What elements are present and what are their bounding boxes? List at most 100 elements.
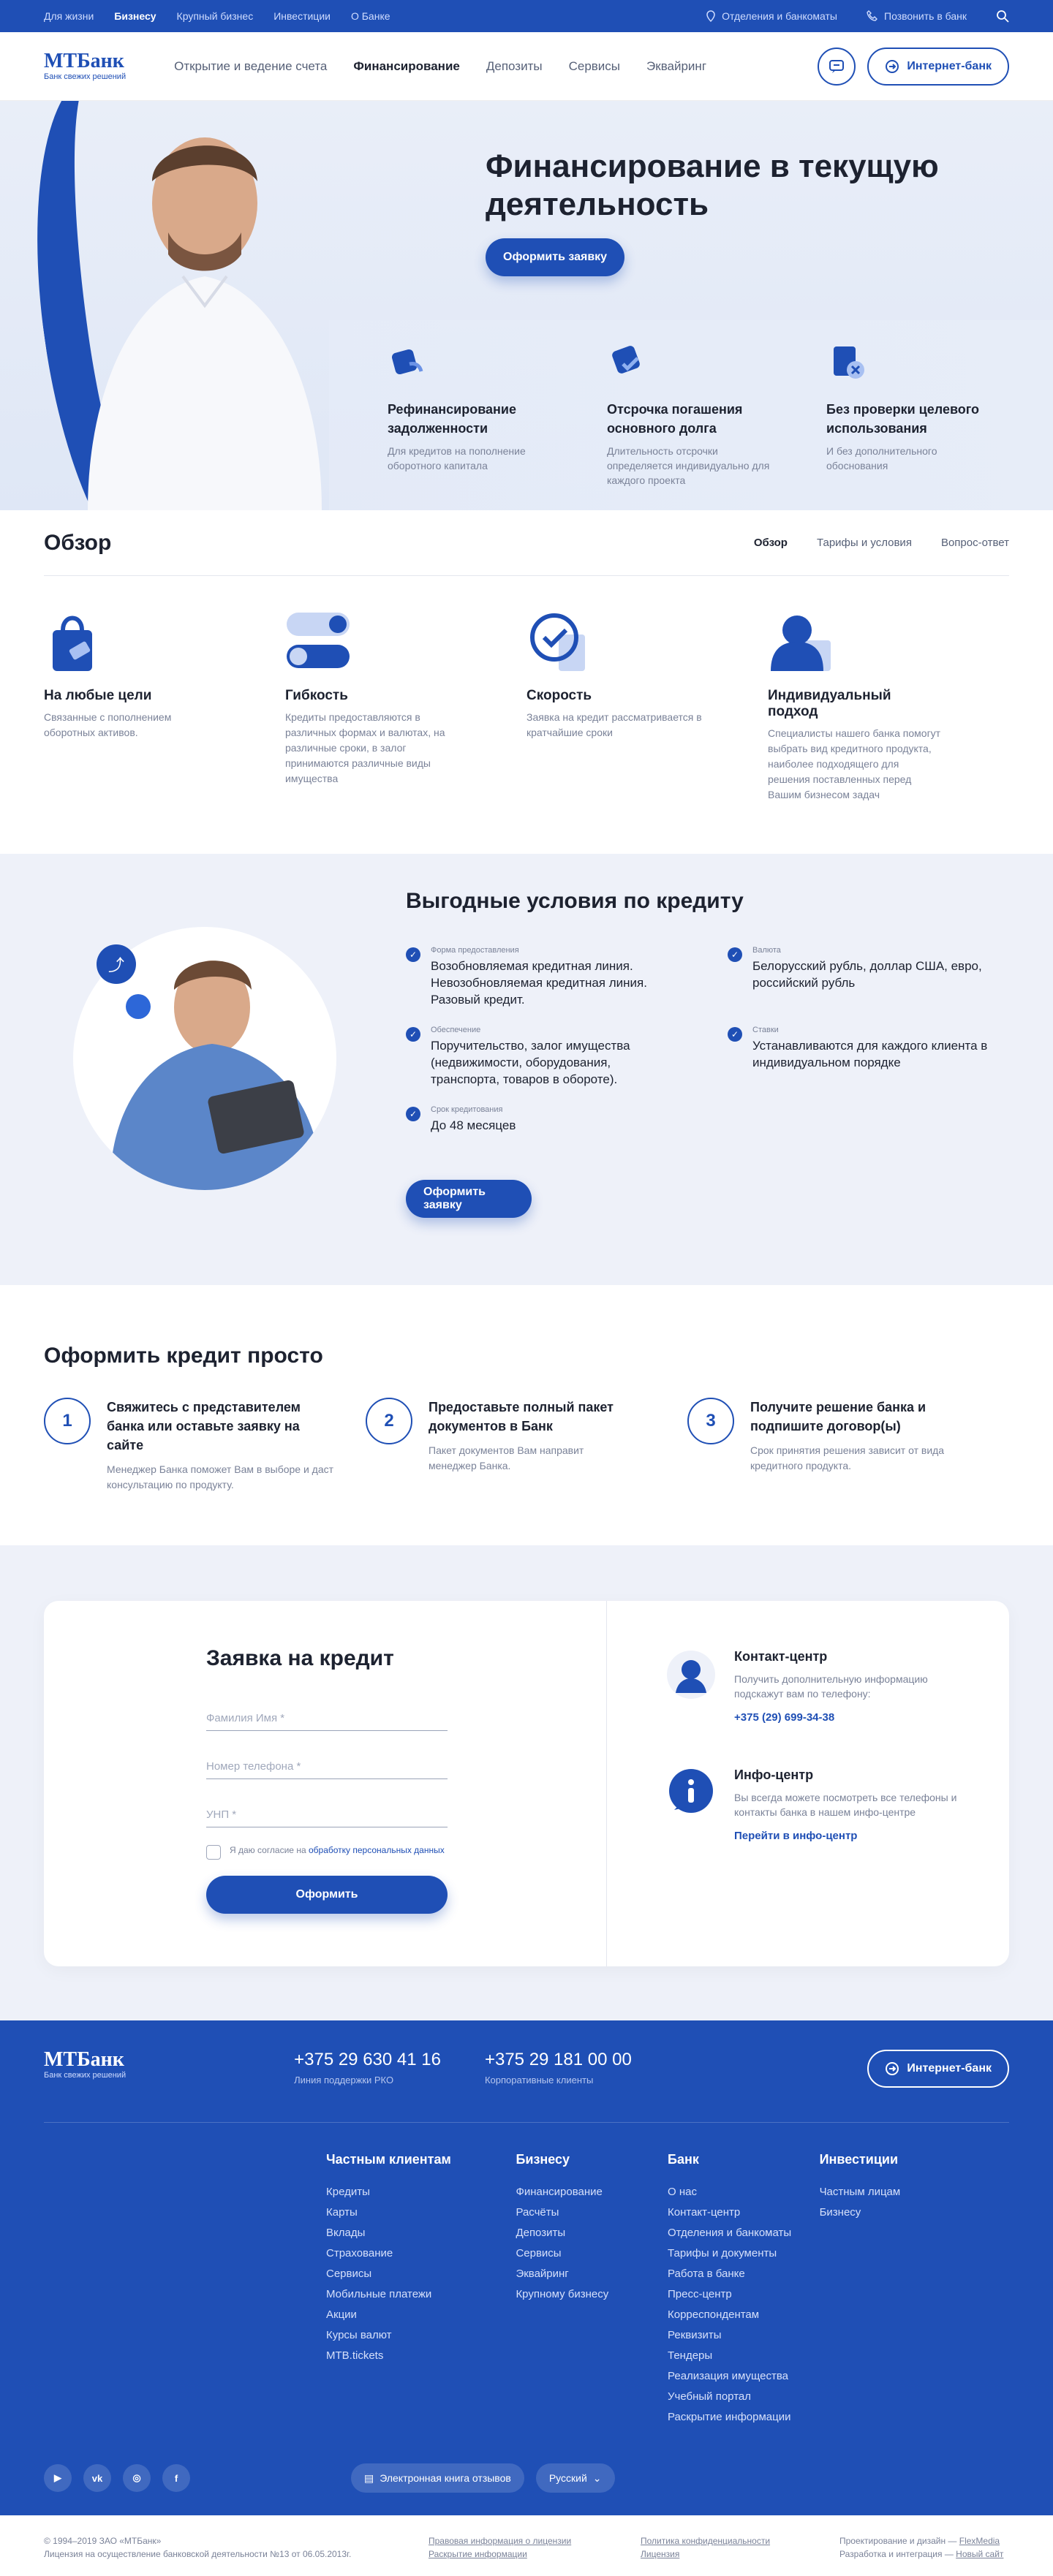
tab-faq[interactable]: Вопрос-ответ [941,537,1009,549]
language-select[interactable]: Русский ⌄ [535,2463,615,2493]
nav-deposits[interactable]: Депозиты [486,59,543,74]
footer-link[interactable]: Мобильные платежи [326,2284,516,2305]
footer-link[interactable]: Контакт-центр [668,2202,820,2223]
privacy-link[interactable]: Политика конфиденциальности [641,2536,770,2546]
consent-link[interactable]: обработку персональных данных [309,1845,445,1855]
footer-link[interactable]: О нас [668,2182,820,2202]
disclosure-link[interactable]: Раскрытие информации [429,2549,527,2559]
info-center-link[interactable]: Перейти в инфо-центр [734,1830,968,1842]
reviews-book-button[interactable]: ▤ Электронная книга отзывов [351,2463,524,2493]
deferral-icon [612,346,640,374]
search-button[interactable] [996,10,1009,23]
feature-title: Без проверки целевого использования [826,402,980,436]
footer-link[interactable]: Курсы валют [326,2325,516,2346]
conditions-apply-button[interactable]: Оформить заявку [406,1180,532,1218]
document-check-icon [834,346,864,379]
branches-label: Отделения и банкоматы [722,10,837,22]
footer-link[interactable]: Частным лицам [820,2182,1009,2202]
submit-button[interactable]: Оформить [206,1876,448,1914]
feature-desc: Для кредитов на пополнение оборотного ка… [388,445,526,471]
language-label: Русский [548,2472,587,2484]
logo-name: МТБанк [44,50,124,72]
step-number: 3 [687,1398,734,1444]
footer-internet-bank-button[interactable]: Интернет-банк [867,2050,1009,2088]
segment-investments[interactable]: Инвестиции [273,10,331,22]
footer-link[interactable]: Депозиты [516,2223,668,2243]
credit-form: Заявка на кредит Фамилия Имя * Номер тел… [44,1601,607,1966]
footer-logo-slogan: Банк свежих решений [44,2071,127,2080]
footer-internet-bank-label: Интернет-банк [907,2062,992,2075]
footer-link[interactable]: Пресс-центр [668,2284,820,2305]
main-nav: Открытие и ведение счета Финансирование … [174,59,706,74]
footer-link[interactable]: Вклады [326,2223,516,2243]
contact-phone-link[interactable]: +375 (29) 699-34-38 [734,1711,968,1724]
segment-corporate[interactable]: Крупный бизнес [177,10,254,22]
legal-bar: © 1994–2019 ЗАО «МТБанк» Лицензия на осущ… [0,2515,1053,2576]
call-bank-link[interactable]: Позвонить в банк [867,10,967,22]
step-desc: Срок принятия решения зависит от вида кр… [750,1444,945,1471]
footer-link[interactable]: Реализация имущества [668,2366,820,2387]
footer-link[interactable]: Эквайринг [516,2264,668,2284]
consent-checkbox[interactable] [206,1845,221,1860]
footer-link[interactable]: Карты [326,2202,516,2223]
internet-bank-button[interactable]: Интернет-банк [867,47,1009,86]
footer-link[interactable]: Акции [326,2305,516,2325]
unp-input[interactable]: УНП * [206,1792,448,1827]
footer-link[interactable]: Тарифы и документы [668,2243,820,2264]
condition-label: Форма предоставления [431,946,519,955]
footer-link[interactable]: Расчёты [516,2202,668,2223]
footer-logo[interactable]: МТБанк Банк свежих решений [44,2050,126,2080]
overview-tabs: Обзор Тарифы и условия Вопрос-ответ [754,537,1009,549]
nav-acquiring[interactable]: Эквайринг [646,59,706,74]
form-title: Заявка на кредит [206,1646,394,1670]
design-credit-link[interactable]: FlexMedia [959,2536,1000,2546]
license-info-link[interactable]: Правовая информация о лицензии [429,2536,571,2546]
support-phone[interactable]: +375 29 630 41 16 [294,2050,441,2070]
tab-tariffs[interactable]: Тарифы и условия [817,537,912,549]
footer-link[interactable]: Тендеры [668,2346,820,2366]
footer-link[interactable]: Бизнесу [820,2202,1009,2223]
share-icon: ⤴ [97,944,136,984]
footer-link[interactable]: Сервисы [326,2264,516,2284]
nav-services[interactable]: Сервисы [569,59,620,74]
footer-link[interactable]: Учебный портал [668,2387,820,2407]
segment-business[interactable]: Бизнесу [114,10,156,22]
footer-column-title: Бизнесу [516,2152,570,2167]
footer-link[interactable]: Финансирование [516,2182,668,2202]
toggles-icon [287,613,350,668]
phone-input[interactable]: Номер телефона * [206,1744,448,1779]
tab-overview[interactable]: Обзор [754,537,788,549]
footer-link[interactable]: Сервисы [516,2243,668,2264]
footer-link[interactable]: Корреспондентам [668,2305,820,2325]
chat-button[interactable] [818,47,856,86]
dev-credit-link[interactable]: Новый сайт [956,2549,1003,2559]
name-input[interactable]: Фамилия Имя * [206,1696,448,1731]
footer-link[interactable]: Отделения и банкоматы [668,2223,820,2243]
shopping-bag-icon [53,615,92,671]
location-icon [706,10,715,22]
license-text: Лицензия на осуществление банковской дея… [44,2549,352,2559]
license-link[interactable]: Лицензия [641,2549,679,2559]
top-bar: Для жизни Бизнесу Крупный бизнес Инвести… [0,0,1053,32]
footer-link[interactable]: MTB.tickets [326,2346,516,2366]
youtube-icon[interactable]: ▶ [44,2464,72,2492]
hero-apply-button[interactable]: Оформить заявку [486,238,625,276]
branches-link[interactable]: Отделения и банкоматы [706,10,837,22]
footer-link[interactable]: Крупному бизнесу [516,2284,668,2305]
corporate-phone[interactable]: +375 29 181 00 00 [485,2050,632,2070]
facebook-icon[interactable]: f [162,2464,190,2492]
footer-link[interactable]: Кредиты [326,2182,516,2202]
support-phone-label: Линия поддержки РКО [294,2075,394,2086]
footer-link[interactable]: Реквизиты [668,2325,820,2346]
nav-financing[interactable]: Финансирование [353,59,459,74]
instagram-icon[interactable]: ◎ [123,2464,151,2492]
logo[interactable]: МТБанк Банк свежих решений [44,51,126,81]
footer-link[interactable]: Страхование [326,2243,516,2264]
nav-accounts[interactable]: Открытие и ведение счета [174,59,327,74]
condition-label: Обеспечение [431,1026,481,1034]
segment-about[interactable]: О Банке [351,10,390,22]
vk-icon[interactable]: vk [83,2464,111,2492]
footer-link[interactable]: Работа в банке [668,2264,820,2284]
footer-link[interactable]: Раскрытие информации [668,2407,820,2428]
segment-life[interactable]: Для жизни [44,10,94,22]
